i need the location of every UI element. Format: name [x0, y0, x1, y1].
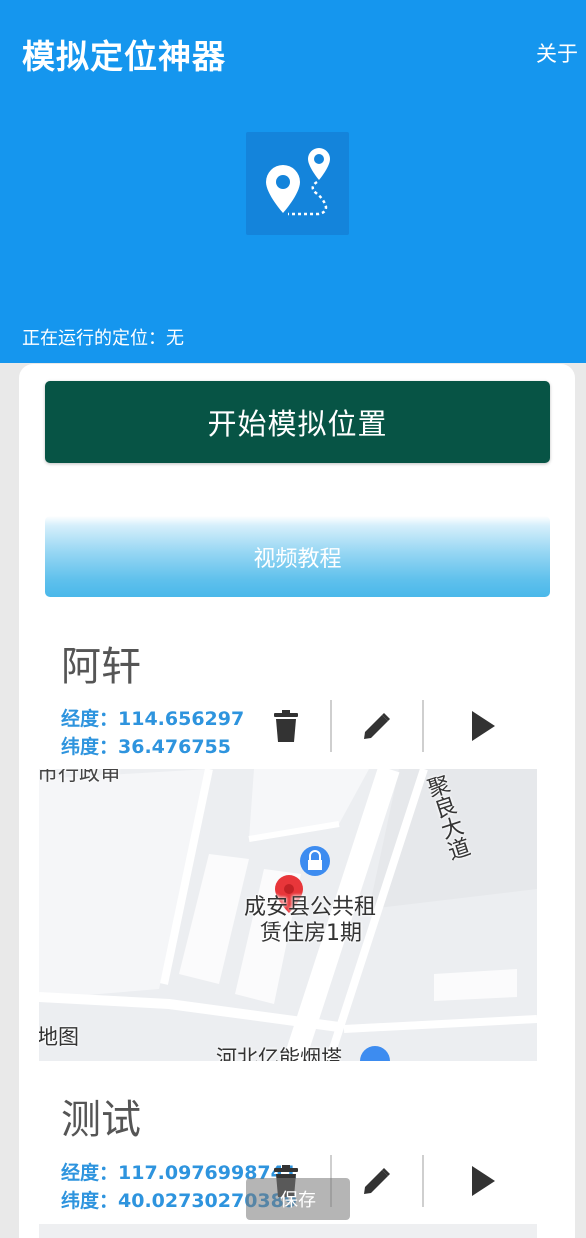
delete-button[interactable]	[266, 706, 306, 746]
delete-icon	[274, 710, 298, 742]
running-status: 正在运行的定位：无	[22, 328, 184, 349]
map-top-label: 市行政审	[39, 769, 121, 785]
longitude-label: 经度：	[61, 1162, 119, 1184]
edit-icon	[364, 1168, 390, 1194]
divider	[422, 1155, 424, 1207]
latitude-label: 纬度：	[61, 1190, 119, 1212]
divider	[422, 700, 424, 752]
latitude-text: 纬度：36.476755	[61, 732, 231, 759]
location-name: 测试	[61, 1097, 141, 1143]
latitude-label: 纬度：	[61, 736, 119, 758]
divider	[330, 700, 332, 752]
play-button[interactable]	[463, 1161, 503, 1201]
location-map[interactable]: 市行政审 成安县公共租 赁住房1期 聚良大道 地图 河北亿能烟塔	[39, 769, 537, 1061]
longitude-text: 经度：114.656297	[61, 704, 244, 731]
start-mock-button[interactable]: 开始模拟位置	[45, 381, 550, 463]
play-icon	[472, 711, 495, 741]
edit-button[interactable]	[357, 1161, 397, 1201]
location-route-icon	[246, 132, 349, 235]
edit-button[interactable]	[357, 706, 397, 746]
play-icon	[472, 1166, 495, 1196]
video-tutorial-button[interactable]: 视频教程	[45, 516, 550, 597]
latitude-value: 36.476755	[118, 736, 231, 758]
location-name: 阿轩	[61, 644, 141, 690]
longitude-value: 114.656297	[118, 708, 245, 730]
map-bottom-label: 河北亿能烟塔	[216, 1046, 342, 1061]
toast-message: 保存	[246, 1178, 350, 1220]
location-map[interactable]	[39, 1224, 537, 1238]
map-provider-label: 地图	[39, 1025, 79, 1049]
edit-icon	[364, 713, 390, 739]
poi-name-line2: 赁住房1期	[260, 921, 362, 946]
app-header: 模拟定位神器 关于 正在运行的定位：无	[0, 0, 586, 363]
longitude-label: 经度：	[61, 708, 119, 730]
app-title: 模拟定位神器	[22, 37, 226, 76]
main-card: 开始模拟位置 视频教程 阿轩 经度：114.656297 纬度：36.47675…	[19, 364, 575, 1238]
play-button[interactable]	[463, 706, 503, 746]
about-button[interactable]: 关于	[536, 38, 578, 68]
